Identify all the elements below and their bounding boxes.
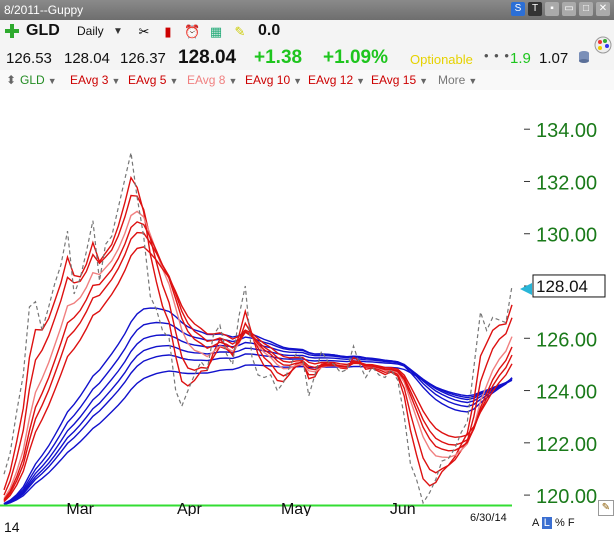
optionable-label[interactable]: Optionable [410, 52, 473, 67]
x-tick-label: May [281, 501, 311, 516]
legend-label: EAvg 5 [128, 73, 167, 87]
legend-item-gld[interactable]: GLD ▼ [20, 73, 57, 87]
x-tick-label: Mar [66, 501, 94, 516]
indicator-legend: ⬍ GLD ▼ EAvg 3 ▼ EAvg 5 ▼ EAvg 8 ▼ EAvg 10 ▼ … [0, 70, 614, 90]
y-tick-label: 124.00 [536, 382, 597, 404]
draw-tool-icon[interactable]: ✎ [598, 500, 614, 516]
chevron-down-icon: ▼ [169, 76, 179, 86]
quote-last: 128.04 [178, 47, 237, 68]
chevron-down-icon: ▼ [419, 76, 429, 86]
footer-year: 14 [4, 519, 20, 535]
legend-item-eavg15[interactable]: EAvg 15 ▼ [371, 73, 428, 87]
y-tick-label: 126.00 [536, 329, 597, 351]
ema-12-line [3, 231, 513, 502]
price-line [3, 152, 513, 505]
legend-label: EAvg 12 [308, 73, 354, 87]
x-tick-label: Apr [177, 501, 203, 516]
mode-f[interactable]: F [568, 517, 575, 529]
quote-change-pct: +1.09% [323, 47, 388, 68]
x-tick-label: Jun [390, 501, 416, 516]
footer-date: 6/30/14 [470, 512, 507, 524]
save-icon[interactable]: ▪ [545, 2, 559, 16]
chevron-down-icon: ▼ [293, 76, 303, 86]
close-icon[interactable]: ✕ [596, 2, 610, 16]
footer-right: 6/30/14 A L % F [470, 512, 575, 529]
symbol-label[interactable]: GLD [26, 22, 60, 40]
note-icon[interactable]: ✎ [232, 24, 248, 40]
ema-60-line [3, 364, 513, 506]
restore-icon[interactable]: ▭ [562, 2, 576, 16]
mode-a[interactable]: A [532, 517, 539, 529]
y-tick-label: 122.00 [536, 434, 597, 456]
mode-pct[interactable]: % [555, 517, 565, 529]
toolbar: GLD Daily ▼ ✂ ▮ ⏰ ▦ ✎ 0.0 [0, 20, 614, 44]
window-title: 8/2011--Guppy [4, 3, 84, 17]
value-readout: 0.0 [258, 22, 281, 39]
legend-label: More [438, 73, 466, 87]
last-price-marker [520, 282, 532, 295]
legend-label: EAvg 10 [245, 73, 291, 87]
legend-item-eavg5[interactable]: EAvg 5 ▼ [128, 73, 178, 87]
legend-label: GLD [20, 73, 45, 87]
last-price-label: 128.04 [536, 277, 588, 296]
alarm-clock-icon[interactable]: ⏰ [184, 24, 200, 40]
chevron-down-icon: ▼ [47, 76, 57, 86]
maximize-icon[interactable]: □ [579, 2, 593, 16]
legend-label: EAvg 8 [187, 73, 226, 87]
text-icon[interactable]: T [528, 2, 542, 16]
ema-3-line [3, 175, 513, 491]
last-price-group: 128.04 [520, 274, 606, 298]
chevron-down-icon: ▼ [228, 76, 238, 86]
ema-30-line [3, 307, 513, 505]
y-tick-label: 130.00 [536, 225, 597, 247]
mode-l[interactable]: L [541, 517, 552, 529]
price-line-group [3, 152, 513, 505]
legend-item-eavg3[interactable]: EAvg 3 ▼ [70, 73, 120, 87]
y-tick-label: 120.00 [536, 486, 597, 508]
y-axis: 120.00122.00124.00126.00128.00130.00132.… [524, 120, 597, 508]
chevron-down-icon[interactable]: ▼ [113, 26, 123, 37]
ema-10-line [3, 221, 513, 501]
chevron-down-icon: ▼ [468, 76, 478, 86]
period-select[interactable]: Daily [77, 24, 104, 38]
table-add-icon[interactable]: ▦ [208, 24, 224, 40]
price-chart[interactable]: 120.00122.00124.00126.00128.00130.00132.… [0, 90, 614, 516]
metric-1: 1.9 [510, 50, 531, 67]
legend-item-eavg8[interactable]: EAvg 8 ▼ [187, 73, 237, 87]
legend-label: EAvg 3 [70, 73, 109, 87]
tools-icon[interactable]: ✂ [136, 24, 152, 40]
legend-item-more[interactable]: More ▼ [438, 73, 477, 87]
bar-chart-icon[interactable]: ▮ [160, 24, 176, 40]
drag-handle-icon[interactable]: ⬍ [6, 73, 16, 87]
palette-icon[interactable] [594, 36, 612, 54]
chevron-down-icon: ▼ [356, 76, 366, 86]
add-symbol-icon[interactable] [4, 23, 20, 39]
quote-open: 126.53 [6, 50, 52, 67]
long-ema-group [3, 307, 513, 506]
s-icon[interactable]: S [511, 2, 525, 16]
legend-item-eavg12[interactable]: EAvg 12 ▼ [308, 73, 365, 87]
x-axis: Mar Apr May Jun [66, 501, 415, 516]
chevron-down-icon: ▼ [111, 76, 121, 86]
y-tick-label: 132.00 [536, 172, 597, 194]
quote-bar: 126.53 128.04 126.37 128.04 +1.38 +1.09%… [0, 36, 614, 70]
database-icon[interactable] [578, 50, 590, 64]
legend-label: EAvg 15 [371, 73, 417, 87]
more-dots[interactable]: • • • [484, 48, 510, 63]
legend-item-eavg10[interactable]: EAvg 10 ▼ [245, 73, 302, 87]
quote-change: +1.38 [254, 47, 303, 68]
quote-high: 128.04 [64, 50, 110, 67]
window-titlebar: 8/2011--Guppy S T ▪ ▭ □ ✕ [0, 0, 614, 20]
quote-low: 126.37 [120, 50, 166, 67]
metric-2: 1.07 [539, 50, 569, 67]
y-tick-label: 134.00 [536, 120, 597, 142]
